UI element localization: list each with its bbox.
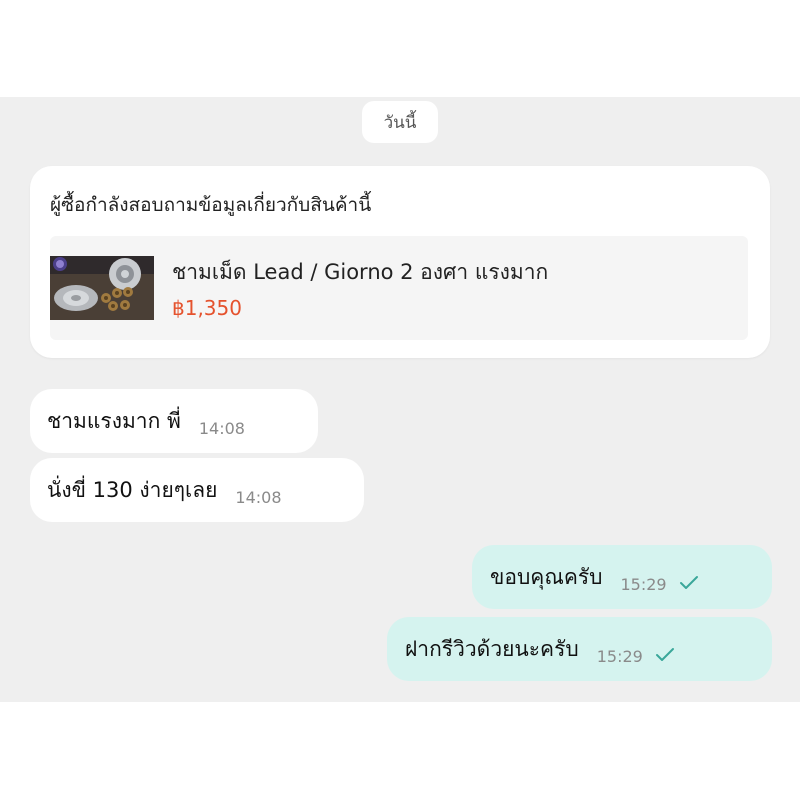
product-name[interactable]: ชามเม็ด Lead / Giorno 2 องศา แรงมาก <box>172 256 548 289</box>
message-bubble-incoming[interactable]: นั่งขี่ 130 ง่ายๆเลย 14:08 <box>30 458 364 522</box>
product-price: ฿1,350 <box>172 296 242 320</box>
product-inquiry-card: ผู้ซื้อกำลังสอบถามข้อมูลเกี่ยวกับสินค้าน… <box>30 166 770 358</box>
message-text: นั่งขี่ 130 ง่ายๆเลย <box>47 477 218 502</box>
message-time: 14:08 <box>198 418 245 438</box>
product-preview[interactable]: ชามเม็ด Lead / Giorno 2 องศา แรงมาก ฿1,3… <box>50 236 748 340</box>
check-icon <box>679 576 698 589</box>
message-time: 15:29 <box>596 646 643 666</box>
date-separator: วันนี้ <box>362 101 438 143</box>
date-separator-label: วันนี้ <box>383 112 417 133</box>
card-header: ผู้ซื้อกำลังสอบถามข้อมูลเกี่ยวกับสินค้าน… <box>50 194 372 216</box>
message-text: ฝากรีวิวด้วยนะครับ <box>405 636 579 661</box>
message-bubble-outgoing[interactable]: ฝากรีวิวด้วยนะครับ 15:29 <box>387 617 772 681</box>
message-bubble-outgoing[interactable]: ขอบคุณครับ 15:29 <box>472 545 772 609</box>
message-text: ชามแรงมาก พี่ <box>47 408 181 433</box>
check-icon <box>655 648 674 661</box>
message-time: 15:29 <box>620 574 667 594</box>
message-text: ขอบคุณครับ <box>490 564 603 589</box>
product-thumbnail <box>50 256 154 320</box>
message-bubble-incoming[interactable]: ชามแรงมาก พี่ 14:08 <box>30 389 318 453</box>
message-time: 14:08 <box>235 487 282 507</box>
